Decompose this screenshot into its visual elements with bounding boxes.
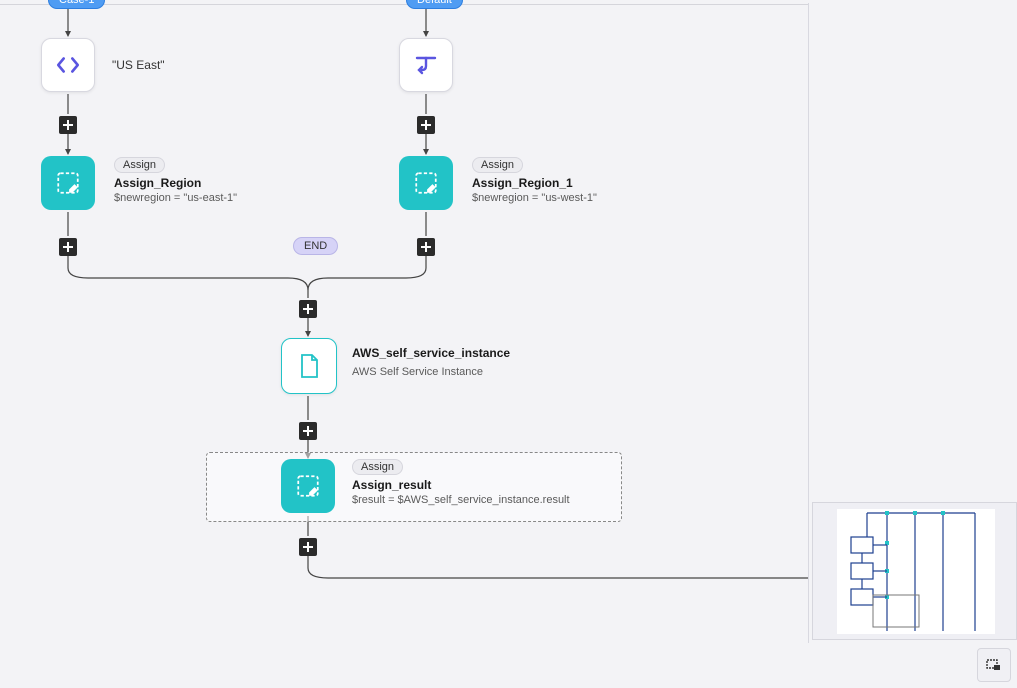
node-title: Assign_result <box>352 478 431 492</box>
branch-pill-default[interactable]: Default <box>406 0 463 9</box>
assign-icon <box>413 170 439 196</box>
add-step-button[interactable] <box>59 238 77 256</box>
node-aws-labels: AWS_self_service_instance AWS Self Servi… <box>352 346 510 378</box>
node-title: Assign_Region_1 <box>472 176 573 190</box>
node-assign-region-labels: Assign Assign_Region $newregion = "us-ea… <box>114 157 237 204</box>
add-step-button[interactable] <box>299 422 317 440</box>
chip-label: Assign <box>472 157 523 173</box>
node-title: Assign_Region <box>114 176 201 190</box>
minimap[interactable] <box>812 502 1017 640</box>
node-title: AWS_self_service_instance <box>352 346 510 360</box>
top-divider <box>0 4 808 5</box>
node-subtitle: $newregion = "us-west-1" <box>472 192 597 204</box>
minimap-graphic <box>837 509 995 634</box>
assign-icon <box>55 170 81 196</box>
node-subtitle: $newregion = "us-east-1" <box>114 192 237 204</box>
code-icon <box>55 52 81 78</box>
node-default-value[interactable] <box>399 38 453 92</box>
add-step-button[interactable] <box>417 238 435 256</box>
node-assign-result-labels: Assign Assign_result $result = $AWS_self… <box>352 459 570 506</box>
node-case1-label: "US East" <box>112 58 165 72</box>
add-step-button[interactable] <box>299 300 317 318</box>
end-label: END <box>304 240 327 252</box>
fit-view-button[interactable] <box>977 648 1011 682</box>
node-assign-region-1[interactable] <box>399 156 453 210</box>
add-step-button[interactable] <box>59 116 77 134</box>
branch-out-icon <box>413 54 439 76</box>
node-subtitle: $result = $AWS_self_service_instance.res… <box>352 494 570 506</box>
document-icon <box>298 353 320 379</box>
assign-icon <box>295 473 321 499</box>
end-marker: END <box>293 237 338 255</box>
node-assign-region[interactable] <box>41 156 95 210</box>
node-assign-region-1-labels: Assign Assign_Region_1 $newregion = "us-… <box>472 157 597 204</box>
chip-label: Assign <box>114 157 165 173</box>
add-step-button[interactable] <box>417 116 435 134</box>
chip-label: Assign <box>352 459 403 475</box>
add-step-button[interactable] <box>299 538 317 556</box>
node-subtitle: AWS Self Service Instance <box>352 366 510 378</box>
node-assign-result[interactable] <box>281 459 335 513</box>
node-aws-instance[interactable] <box>281 338 337 394</box>
flow-canvas[interactable]: Case-1 Default "US East" Assign Assign_R… <box>0 0 1017 688</box>
branch-pill-case1[interactable]: Case-1 <box>48 0 105 9</box>
node-case1-value[interactable] <box>41 38 95 92</box>
fit-view-icon <box>986 657 1002 673</box>
right-guide <box>808 3 809 643</box>
branch-pill-label: Case-1 <box>59 0 94 6</box>
branch-pill-label: Default <box>417 0 452 6</box>
